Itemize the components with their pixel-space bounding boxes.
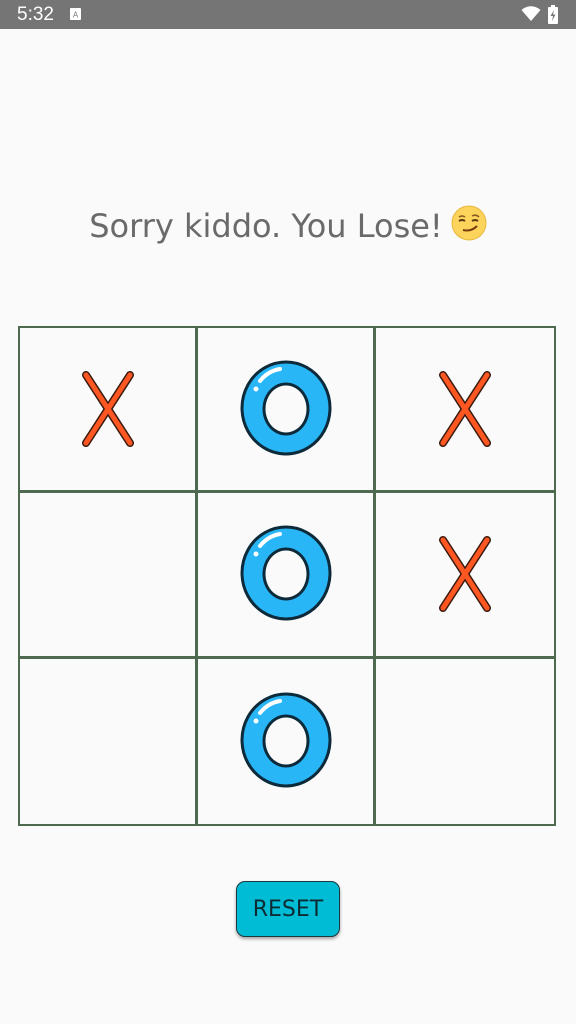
o-mark-icon [240, 692, 332, 788]
game-result-message: Sorry kiddo. You Lose! [0, 200, 576, 252]
board-cell-2-1[interactable] [198, 658, 376, 824]
x-mark-icon [81, 371, 134, 448]
svg-text:A: A [73, 11, 79, 20]
board-cell-0-1[interactable] [198, 328, 376, 494]
a-box-icon: A [70, 8, 81, 20]
o-mark-icon [240, 525, 332, 621]
board-cell-2-0[interactable] [20, 658, 198, 824]
game-board [18, 326, 556, 826]
board-cell-1-2[interactable] [376, 493, 554, 659]
status-time: 5:32 [17, 4, 54, 25]
board-cell-1-1[interactable] [198, 493, 376, 659]
board-cell-2-2[interactable] [376, 658, 554, 824]
o-mark-icon [240, 360, 332, 456]
board-cell-0-2[interactable] [376, 328, 554, 494]
result-text: Sorry kiddo. You Lose! [89, 207, 443, 245]
board-cell-1-0[interactable] [20, 493, 198, 659]
x-mark-icon [439, 371, 491, 448]
battery-charging-icon [548, 5, 558, 24]
smirking-face-icon [451, 205, 487, 241]
reset-button[interactable]: RESET [236, 881, 340, 937]
board-cell-0-0[interactable] [20, 328, 198, 494]
wifi-icon [521, 6, 541, 21]
x-mark-icon [439, 536, 491, 613]
status-bar: 5:32 A [0, 0, 576, 29]
